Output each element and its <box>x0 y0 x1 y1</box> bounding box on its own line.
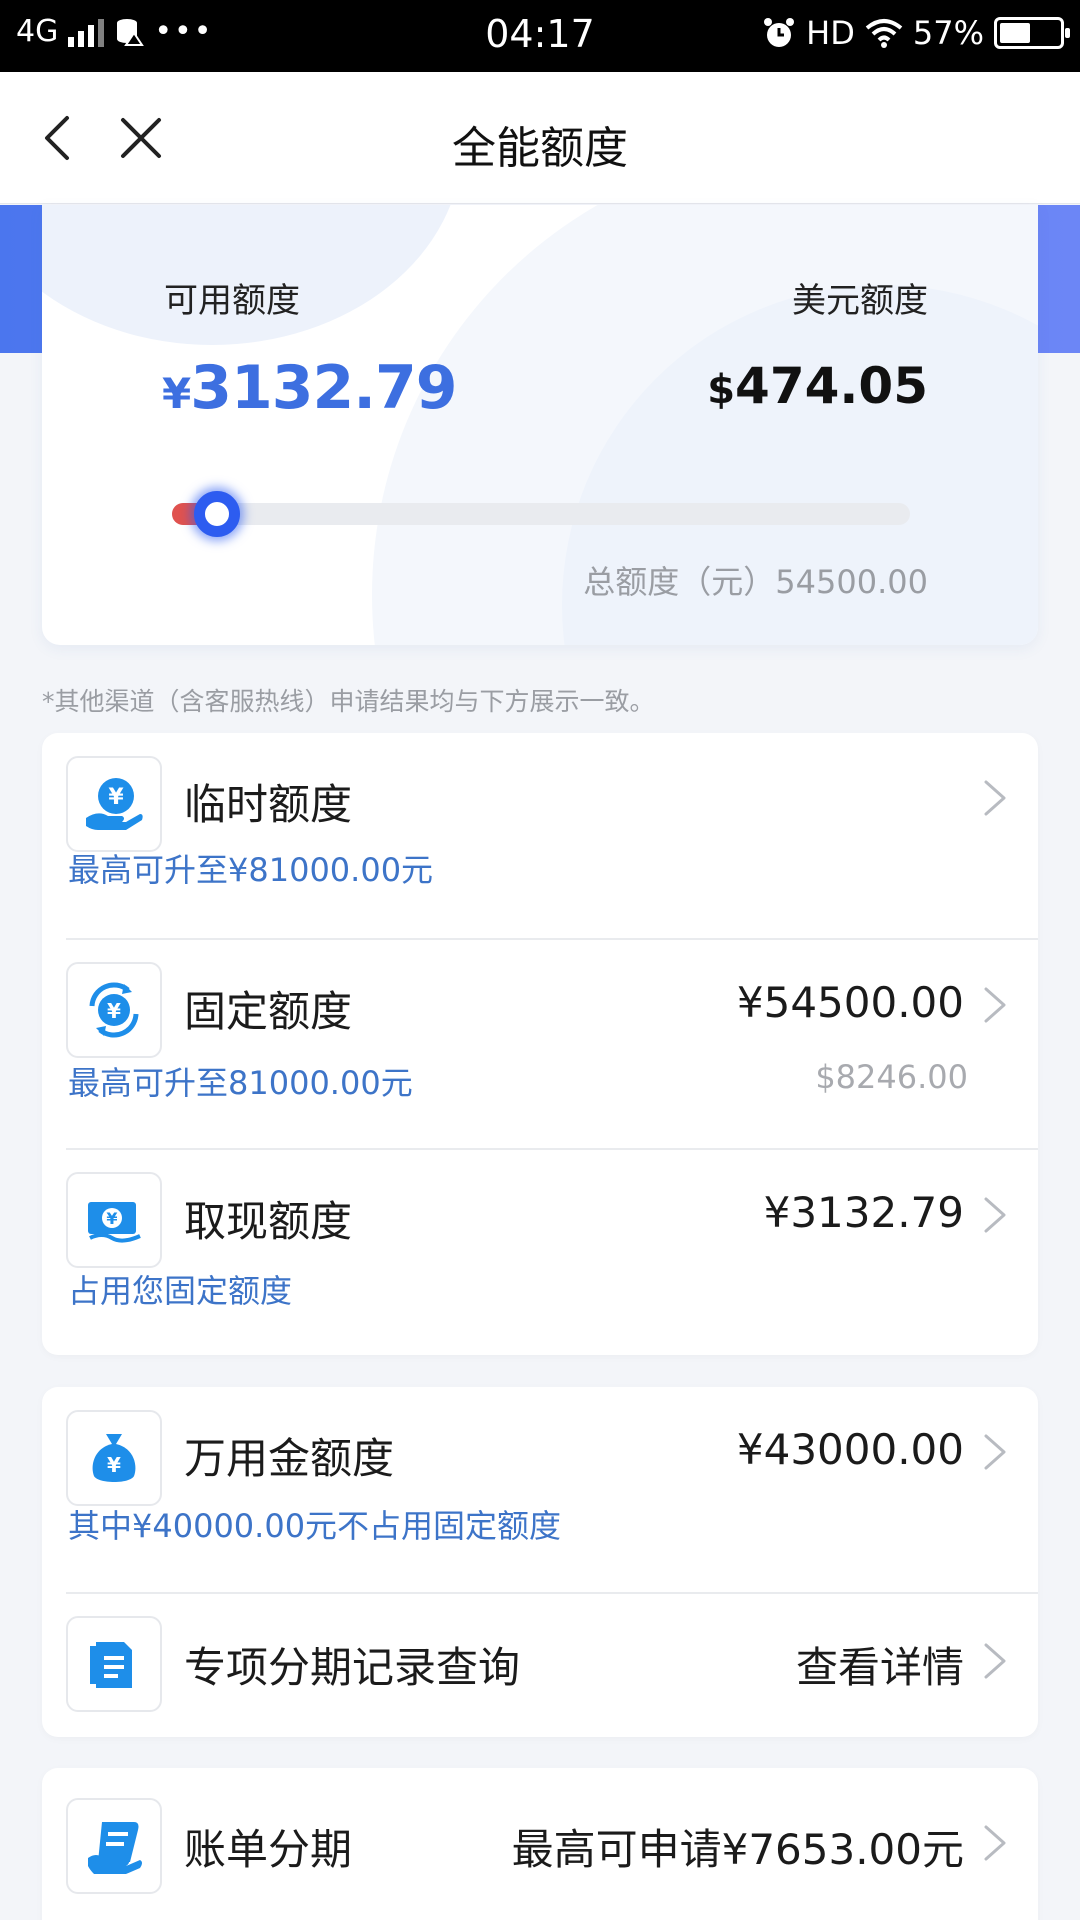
usd-credit-amount: $474.05 <box>707 357 928 415</box>
wanyong-icon-box: ¥ <box>66 1410 162 1506</box>
currency-symbol: ¥ <box>162 369 191 418</box>
total-credit: 总额度（元）54500.00 <box>583 563 928 601</box>
view-details-link[interactable]: 查看详情 <box>796 1634 964 1695</box>
alarm-icon <box>764 18 795 47</box>
credit-usage-knob <box>194 491 241 537</box>
fixed-credit-usd-value: $8246.00 <box>815 1058 968 1096</box>
wanyong-credit-title: 万用金额度 <box>184 1434 395 1483</box>
temp-credit-title: 临时额度 <box>184 780 353 829</box>
fixed-credit-value: ¥54500.00 <box>736 978 964 1027</box>
fixed-credit-subtext: 最高可升至81000.00元 <box>68 1064 413 1102</box>
credit-usage-bar <box>172 491 910 537</box>
svg-text:¥: ¥ <box>108 785 124 810</box>
cash-note-icon: ¥ <box>88 1202 141 1243</box>
cash-credit-icon-box: ¥ <box>66 1172 162 1268</box>
money-bag-icon: ¥ <box>92 1434 136 1482</box>
nav-bar: 全能额度 <box>0 72 1080 204</box>
usd-credit-label: 美元额度 <box>792 281 928 321</box>
wifi-icon <box>865 19 903 48</box>
bill-installment-icon-box <box>66 1798 162 1894</box>
svg-text:¥: ¥ <box>107 999 121 1023</box>
temp-credit-subtext: 最高可升至¥81000.00元 <box>68 851 434 889</box>
bill-scroll-icon <box>88 1822 142 1874</box>
wanyong-card: ¥ 万用金额度 ¥43000.00 其中¥40000.00元不占用固定额度 专项… <box>42 1387 1038 1737</box>
credit-summary-card: 可用额度 美元额度 ¥3132.79 $474.05 总额度（元）54500.0… <box>42 205 1038 645</box>
chevron-right-icon <box>984 1643 1006 1679</box>
battery-percent: 57% <box>912 14 984 52</box>
chevron-right-icon <box>984 987 1006 1023</box>
fixed-credit-row[interactable]: ¥ 固定额度 ¥54500.00 最高可升至81000.00元 $8246.00 <box>42 940 1038 1148</box>
battery-icon <box>994 17 1070 49</box>
wanyong-credit-value: ¥43000.00 <box>736 1425 964 1474</box>
cash-credit-value: ¥3132.79 <box>763 1188 964 1237</box>
wanyong-credit-row[interactable]: ¥ 万用金额度 ¥43000.00 其中¥40000.00元不占用固定额度 <box>42 1387 1038 1592</box>
hand-yuan-icon: ¥ <box>86 778 143 830</box>
available-credit-value: 3132.79 <box>190 353 457 423</box>
cash-credit-title: 取现额度 <box>184 1197 353 1246</box>
installment-query-row[interactable]: 专项分期记录查询 查看详情 <box>42 1594 1038 1737</box>
fixed-credit-icon-box: ¥ <box>66 962 162 1058</box>
available-credit-amount: ¥3132.79 <box>162 353 458 423</box>
disclaimer-note: *其他渠道（含客服热线）申请结果均与下方展示一致。 <box>42 687 655 716</box>
chevron-right-icon <box>984 1197 1006 1233</box>
page-title: 全能额度 <box>452 123 628 174</box>
status-bar: 4G ••• 04:17 HD 57% <box>0 0 1080 72</box>
temp-credit-row[interactable]: ¥ 临时额度 最高可升至¥81000.00元 <box>42 733 1038 938</box>
credit-types-card: ¥ 临时额度 最高可升至¥81000.00元 ¥ 固定额度 ¥54500.00 … <box>42 733 1038 1355</box>
wanyong-credit-subtext: 其中¥40000.00元不占用固定额度 <box>68 1507 562 1545</box>
available-credit-label: 可用额度 <box>164 281 300 321</box>
bill-installment-title: 账单分期 <box>184 1825 353 1874</box>
chevron-right-icon <box>984 1825 1006 1861</box>
currency-symbol: $ <box>707 367 736 413</box>
chevron-right-icon <box>984 1434 1006 1470</box>
svg-text:¥: ¥ <box>106 1209 117 1228</box>
document-icon <box>90 1642 132 1688</box>
svg-text:¥: ¥ <box>107 1453 121 1477</box>
yuan-cycle-icon: ¥ <box>89 982 139 1038</box>
fixed-credit-title: 固定额度 <box>184 987 353 1036</box>
cash-credit-subtext: 占用您固定额度 <box>68 1272 293 1310</box>
chevron-right-icon <box>984 780 1006 816</box>
status-right: HD 57% <box>762 14 1070 52</box>
bill-installment-row[interactable]: 账单分期 最高可申请¥7653.00元 <box>42 1768 1038 1920</box>
installment-query-icon-box <box>66 1616 162 1712</box>
bill-installment-card: 账单分期 最高可申请¥7653.00元 <box>42 1768 1038 1920</box>
hd-indicator: HD <box>806 14 855 52</box>
temp-credit-icon-box: ¥ <box>66 756 162 852</box>
cash-credit-row[interactable]: ¥ 取现额度 ¥3132.79 占用您固定额度 <box>42 1150 1038 1355</box>
installment-query-title: 专项分期记录查询 <box>184 1643 521 1692</box>
usd-credit-value: 474.05 <box>735 357 928 415</box>
bill-installment-value: 最高可申请¥7653.00元 <box>511 1825 964 1874</box>
